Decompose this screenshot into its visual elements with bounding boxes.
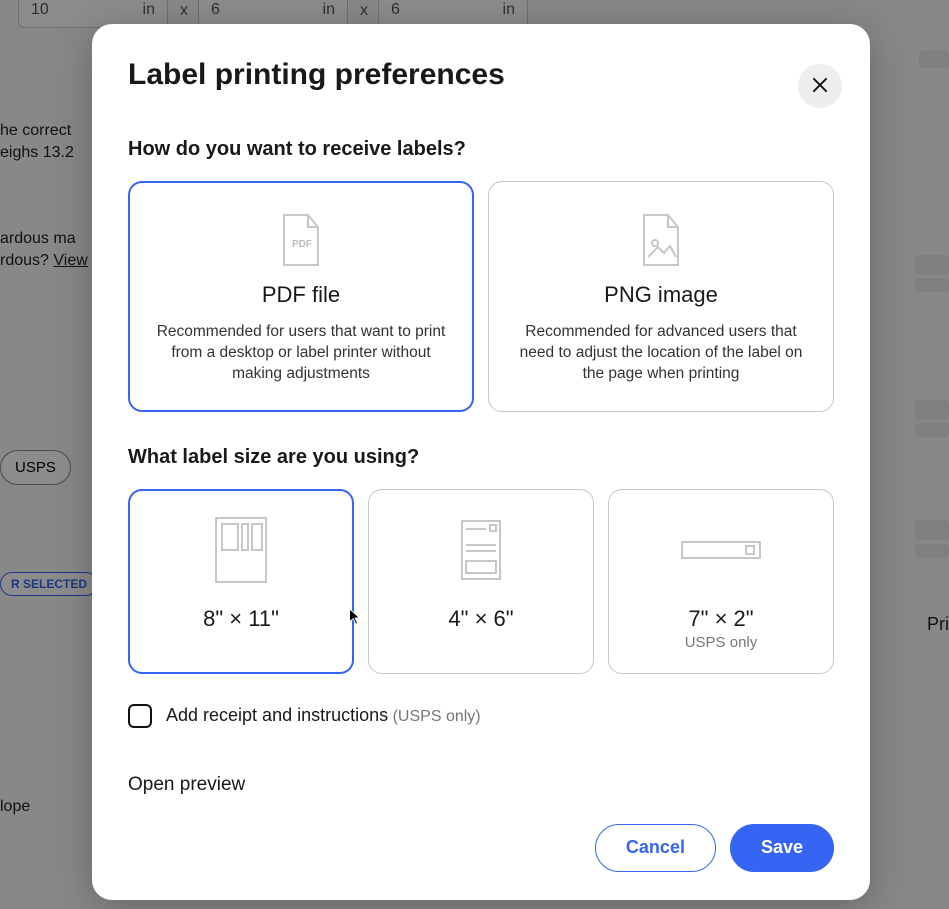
format-option-pdf[interactable]: PDF PDF file Recommended for users that … bbox=[128, 181, 474, 412]
close-button[interactable] bbox=[798, 64, 842, 108]
format-pdf-desc: Recommended for users that want to print… bbox=[147, 322, 455, 385]
size-option-7x2[interactable]: 7" × 2" USPS only bbox=[608, 489, 834, 674]
close-icon bbox=[810, 75, 830, 98]
size-7x2-label: 7" × 2" bbox=[619, 606, 823, 632]
receipt-checkbox-hint: (USPS only) bbox=[393, 708, 481, 725]
size-option-8x11[interactable]: 8" × 11" bbox=[128, 489, 354, 674]
svg-text:PDF: PDF bbox=[292, 239, 312, 250]
sheet-7x2-icon bbox=[619, 508, 823, 592]
png-image-icon bbox=[507, 206, 815, 276]
cancel-button[interactable]: Cancel bbox=[595, 824, 716, 872]
question-size: What label size are you using? bbox=[128, 446, 834, 469]
format-png-desc: Recommended for advanced users that need… bbox=[507, 322, 815, 385]
sheet-4x6-icon bbox=[379, 508, 583, 592]
size-7x2-sub: USPS only bbox=[619, 634, 823, 651]
pdf-file-icon: PDF bbox=[147, 206, 455, 276]
modal-button-row: Cancel Save bbox=[128, 824, 834, 872]
format-png-title: PNG image bbox=[507, 282, 815, 308]
sheet-8x11-icon bbox=[139, 508, 343, 592]
size-4x6-label: 4" × 6" bbox=[379, 606, 583, 632]
receipt-checkbox[interactable] bbox=[128, 704, 152, 728]
size-option-4x6[interactable]: 4" × 6" bbox=[368, 489, 594, 674]
size-8x11-label: 8" × 11" bbox=[139, 606, 343, 632]
format-option-png[interactable]: PNG image Recommended for advanced users… bbox=[488, 181, 834, 412]
modal-title: Label printing preferences bbox=[128, 58, 834, 92]
save-button[interactable]: Save bbox=[730, 824, 834, 872]
open-preview-link[interactable]: Open preview bbox=[128, 774, 834, 796]
label-preferences-modal: Label printing preferences How do you wa… bbox=[92, 24, 870, 900]
receipt-checkbox-label: Add receipt and instructions bbox=[166, 705, 388, 725]
question-format: How do you want to receive labels? bbox=[128, 138, 834, 161]
format-pdf-title: PDF file bbox=[147, 282, 455, 308]
size-options-row: 8" × 11" 4" × 6" bbox=[128, 489, 834, 674]
format-options-row: PDF PDF file Recommended for users that … bbox=[128, 181, 834, 412]
receipt-checkbox-row: Add receipt and instructions (USPS only) bbox=[128, 704, 834, 728]
